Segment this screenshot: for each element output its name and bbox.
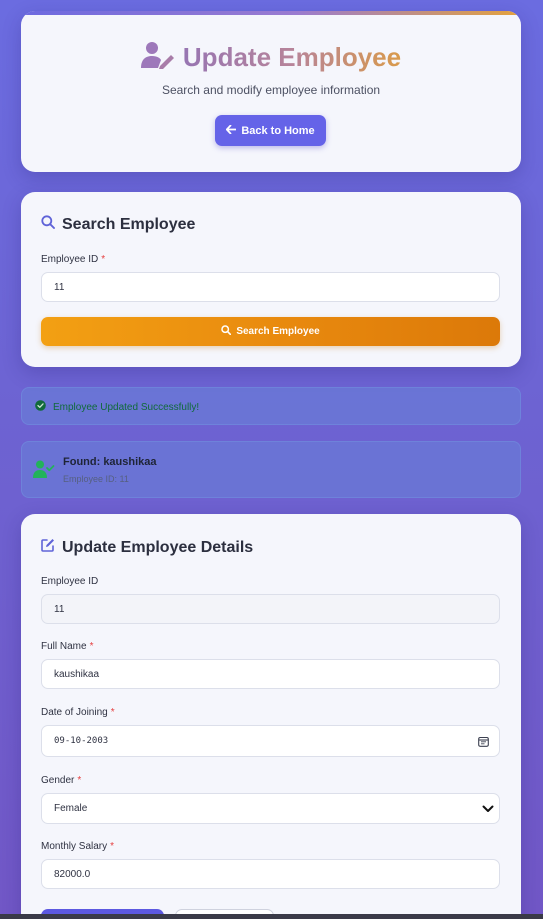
search-button-icon <box>221 325 232 338</box>
found-employee-name: Found: kaushikaa <box>63 456 157 468</box>
employee-found-alert: Found: kaushikaa Employee ID: 11 <box>21 441 521 498</box>
employee-id-label: Employee ID <box>41 576 98 587</box>
chevron-down-icon <box>481 802 495 819</box>
search-employee-id-label-text: Employee ID <box>41 254 99 265</box>
gender-label-text: Gender <box>41 775 75 786</box>
success-alert: Employee Updated Successfully! <box>21 387 521 425</box>
required-marker: * <box>110 841 115 852</box>
full-name-input[interactable]: kaushikaa <box>41 659 500 689</box>
arrow-left-icon <box>226 124 237 137</box>
edit-icon <box>41 538 55 557</box>
search-card: Search Employee Employee ID * 11 Search E… <box>21 192 521 367</box>
employee-id-value: 11 <box>54 603 65 615</box>
search-employee-button[interactable]: Search Employee <box>41 317 500 346</box>
check-circle-icon <box>35 400 46 414</box>
back-to-home-label: Back to Home <box>241 124 315 137</box>
search-employee-id-value: 11 <box>54 281 65 293</box>
user-check-icon <box>33 460 55 483</box>
page-title-text: Update Employee <box>182 42 402 72</box>
full-name-label: Full Name * <box>41 641 93 652</box>
gender-value: Female <box>54 803 88 814</box>
back-to-home-button[interactable]: Back to Home <box>215 115 326 146</box>
date-of-joining-label-text: Date of Joining <box>41 707 108 718</box>
search-employee-button-label: Search Employee <box>236 326 320 337</box>
required-marker: * <box>89 641 94 652</box>
header-card: Update Employee Search and modify employ… <box>21 11 521 172</box>
required-marker: * <box>110 707 115 718</box>
update-card: Update Employee Details Employee ID 11 F… <box>21 514 521 919</box>
calendar-icon[interactable] <box>478 736 489 750</box>
search-employee-id-label: Employee ID * <box>41 254 105 265</box>
gender-select[interactable]: Female <box>41 793 500 824</box>
search-section-title-text: Search Employee <box>62 215 196 233</box>
success-message: Employee Updated Successfully! <box>53 401 200 413</box>
monthly-salary-value: 82000.0 <box>54 868 91 880</box>
user-edit-icon <box>140 41 175 74</box>
search-section-title: Search Employee <box>41 215 195 234</box>
required-marker: * <box>101 254 106 265</box>
date-of-joining-label: Date of Joining * <box>41 707 115 718</box>
monthly-salary-label-text: Monthly Salary <box>41 841 108 852</box>
found-employee-id: Employee ID: 11 <box>63 474 129 484</box>
employee-id-label-text: Employee ID <box>41 576 99 587</box>
required-marker: * <box>77 775 82 786</box>
window-bottom-edge <box>0 914 543 919</box>
update-section-title: Update Employee Details <box>41 538 253 557</box>
update-section-title-text: Update Employee Details <box>62 538 254 556</box>
date-of-joining-value: 09-10-2003 <box>54 736 109 746</box>
page-title: Update Employee <box>21 41 521 74</box>
gender-label: Gender * <box>41 775 81 786</box>
page-subtitle: Search and modify employee information <box>161 83 381 97</box>
full-name-label-text: Full Name <box>41 641 87 652</box>
employee-id-field: 11 <box>41 594 500 624</box>
monthly-salary-input[interactable]: 82000.0 <box>41 859 500 889</box>
header-accent-bar <box>21 11 521 15</box>
search-employee-id-input[interactable]: 11 <box>41 272 500 302</box>
date-of-joining-input[interactable]: 09-10-2003 <box>41 725 500 757</box>
search-icon <box>41 215 55 234</box>
full-name-value: kaushikaa <box>54 668 100 680</box>
monthly-salary-label: Monthly Salary * <box>41 841 114 852</box>
